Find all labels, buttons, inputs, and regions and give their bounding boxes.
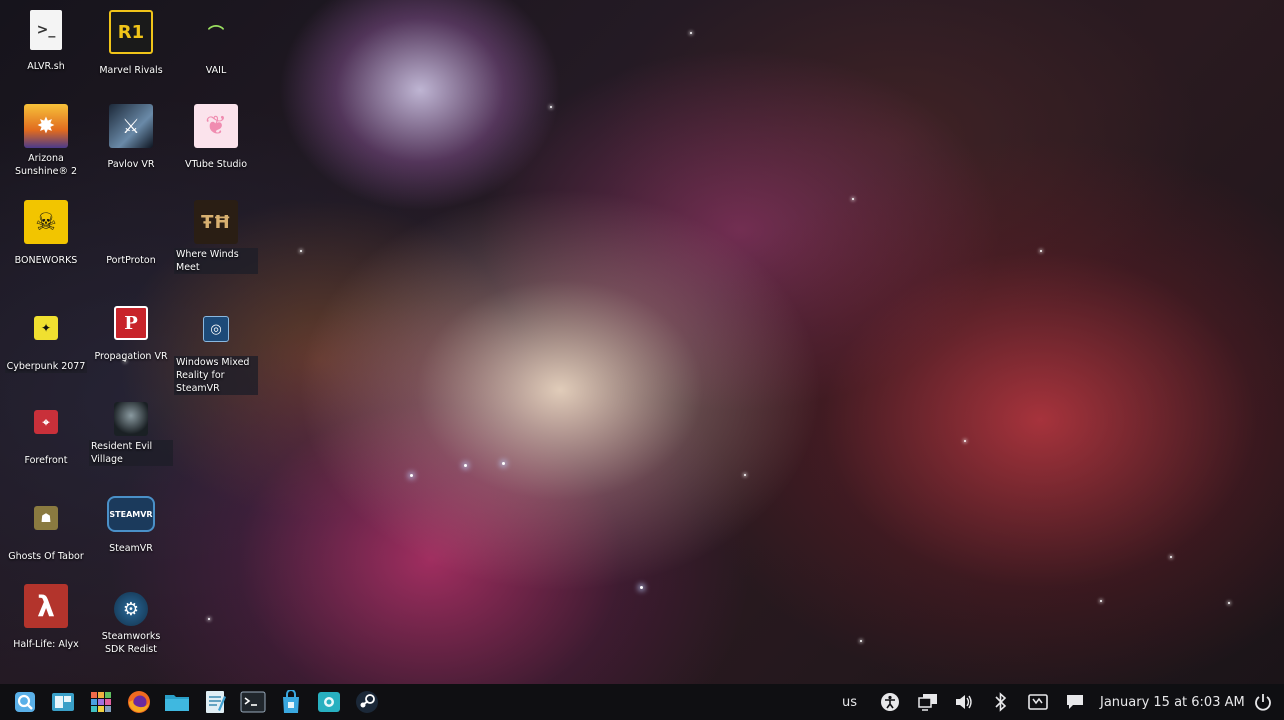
- arizona-sunshine-icon: ✸: [24, 104, 68, 148]
- forefront-icon: ⌖: [34, 410, 58, 434]
- desktop-icon-pavlov-vr[interactable]: ⚔ Pavlov VR: [89, 104, 173, 171]
- desktop-icon-label: Half-Life: Alyx: [13, 639, 79, 650]
- vtube-studio-icon: ❦: [194, 104, 238, 148]
- power-icon[interactable]: [1254, 684, 1272, 720]
- star: [860, 640, 862, 642]
- cyberpunk-icon: ✦: [34, 316, 58, 340]
- desktop-icon-label: Windows Mixed Reality for SteamVR: [174, 356, 258, 395]
- desktop-icon-label: Ghosts Of Tabor: [8, 551, 84, 562]
- desktop-icon-label: Steamworks SDK Redist: [101, 631, 161, 655]
- desktop-icon-label: Marvel Rivals: [99, 65, 163, 76]
- volume-icon[interactable]: [954, 684, 974, 720]
- desktop-icon-forefront[interactable]: ⌖ Forefront: [4, 400, 88, 467]
- star: [1100, 600, 1102, 602]
- steamvr-icon: STEAMVR: [107, 496, 155, 532]
- desktop-icon-label: Pavlov VR: [107, 159, 155, 170]
- file-manager-icon[interactable]: [162, 687, 192, 717]
- desktop-icon-vtube-studio[interactable]: ❦ VTube Studio: [174, 104, 258, 171]
- star: [1040, 250, 1042, 252]
- desktop-icon-label: BONEWORKS: [14, 255, 78, 266]
- taskbar: us January 15 at 6:03 AM: [0, 684, 1284, 720]
- desktop-icon-portproton[interactable]: PortProton: [89, 200, 173, 267]
- bluetooth-icon[interactable]: [994, 684, 1008, 720]
- desktop-icon-label: PortProton: [106, 255, 156, 266]
- search-icon[interactable]: [10, 687, 40, 717]
- clock[interactable]: January 15 at 6:03 AM: [1100, 684, 1245, 720]
- ghosts-of-tabor-icon: ☗: [34, 506, 58, 530]
- desktop-icon-half-life-alyx[interactable]: λ Half-Life: Alyx: [4, 584, 88, 651]
- half-life-lambda-icon: λ: [24, 584, 68, 628]
- star: [502, 462, 505, 465]
- where-winds-meet-icon: ŦĦ: [194, 200, 238, 244]
- star: [550, 106, 552, 108]
- desktop-icon-label: ALVR.sh: [27, 61, 65, 72]
- desktop-icon-cyberpunk[interactable]: ✦ Cyberpunk 2077: [4, 306, 88, 373]
- star: [744, 474, 746, 476]
- propagation-vr-icon: P: [114, 306, 148, 340]
- desktop-icon-alvr[interactable]: >_ ALVR.sh: [4, 10, 88, 73]
- resident-evil-icon: [114, 402, 148, 436]
- windows-mixed-reality-icon: ◎: [203, 316, 229, 342]
- star: [410, 474, 413, 477]
- portproton-icon: [109, 200, 153, 244]
- desktop-icon-label: Resident Evil Village: [89, 440, 173, 466]
- desktop-icon-label: Where Winds Meet: [174, 248, 258, 274]
- star: [208, 618, 210, 620]
- desktop-icon-label: Cyberpunk 2077: [4, 360, 88, 373]
- script-file-icon: >_: [30, 10, 62, 50]
- desktop-icon-steamworks-sdk[interactable]: ⚙ Steamworks SDK Redist: [89, 592, 173, 656]
- star: [964, 440, 966, 442]
- star: [464, 464, 467, 467]
- desktop-icon-label: Forefront: [24, 455, 68, 466]
- display-icon[interactable]: [918, 684, 938, 720]
- star: [640, 586, 643, 589]
- star: [690, 32, 692, 34]
- firefox-icon[interactable]: [124, 687, 154, 717]
- steam-icon[interactable]: [352, 687, 382, 717]
- desktop-icon-steamvr[interactable]: STEAMVR SteamVR: [89, 496, 173, 555]
- steam-icon: ⚙: [114, 592, 148, 626]
- star: [852, 198, 854, 200]
- text-editor-icon[interactable]: [200, 687, 230, 717]
- marvel-rivals-icon: R1: [109, 10, 153, 54]
- desktop-icon-label: Propagation VR: [94, 351, 168, 362]
- media-icon[interactable]: [1028, 684, 1048, 720]
- accessibility-icon[interactable]: [880, 684, 900, 720]
- vail-icon: ⌒: [207, 24, 224, 43]
- desktop-icon-label: Arizona Sunshine® 2: [14, 153, 78, 177]
- star: [1228, 602, 1230, 604]
- desktop-icon-marvel-rivals[interactable]: R1 Marvel Rivals: [89, 10, 173, 77]
- screenshot-icon[interactable]: [314, 687, 344, 717]
- star: [300, 250, 302, 252]
- desktop-icon-label: SteamVR: [109, 543, 153, 554]
- desktop-icon-label: VTube Studio: [184, 159, 248, 170]
- pavlov-vr-icon: ⚔: [109, 104, 153, 148]
- desktop-icon-windows-mixed-reality[interactable]: ◎ Windows Mixed Reality for SteamVR: [174, 306, 258, 395]
- keyboard-layout-indicator[interactable]: us: [842, 684, 857, 720]
- boneworks-skull-icon: ☠: [24, 200, 68, 244]
- star: [1170, 556, 1172, 558]
- desktop-icon-label: VAIL: [205, 65, 227, 76]
- desktop-icon-resident-evil-village[interactable]: Resident Evil Village: [89, 402, 173, 466]
- desktop-icon-arizona-sunshine[interactable]: ✸ Arizona Sunshine® 2: [4, 104, 88, 178]
- desktop-icon-ghosts-of-tabor[interactable]: ☗ Ghosts Of Tabor: [4, 496, 88, 563]
- notifications-icon[interactable]: [1065, 684, 1085, 720]
- desktop-icon-boneworks[interactable]: ☠ BONEWORKS: [4, 200, 88, 267]
- desktop-icon-vail[interactable]: ⌒ VAIL: [174, 10, 258, 77]
- desktop-icon-where-winds-meet[interactable]: ŦĦ Where Winds Meet: [174, 200, 258, 274]
- store-icon[interactable]: [276, 687, 306, 717]
- terminal-icon[interactable]: [238, 687, 268, 717]
- desktop-icon-propagation-vr[interactable]: P Propagation VR: [89, 306, 173, 363]
- window-switcher-icon[interactable]: [48, 687, 78, 717]
- app-grid-icon[interactable]: [86, 687, 116, 717]
